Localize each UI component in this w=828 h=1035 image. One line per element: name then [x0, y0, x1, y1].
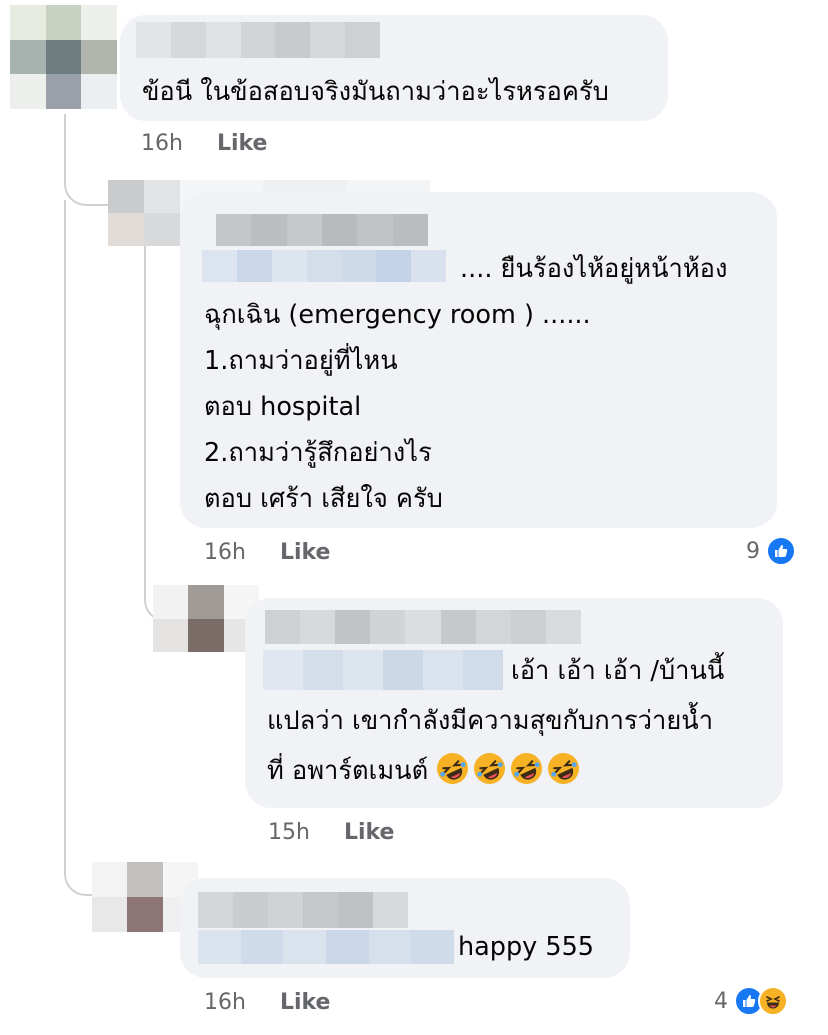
comment-text: 2.ถามว่ารู้สึกอย่างไร: [204, 438, 432, 468]
like-icon: [766, 536, 796, 566]
comment-timestamp[interactable]: 15h: [268, 820, 310, 845]
comment-text: ฉุกเฉิน (emergency room ) ......: [204, 300, 591, 330]
reaction-count: 9: [746, 538, 760, 564]
like-button[interactable]: Like: [280, 540, 331, 565]
like-button[interactable]: Like: [280, 990, 331, 1015]
avatar[interactable]: [10, 5, 117, 109]
like-button[interactable]: Like: [217, 131, 268, 156]
mention-redacted[interactable]: [263, 650, 503, 690]
reaction-summary[interactable]: 4: [714, 986, 788, 1016]
comment-text: ตอบ เศร้า เสียใจ ครับ: [204, 484, 443, 514]
comment-text: happy 555: [458, 932, 595, 962]
rolling-on-floor-laughing-emoji: [474, 753, 506, 784]
comment-text: ข้อนี ในข้อสอบจริงมันถามว่าอะไรหรอครับ: [142, 77, 609, 107]
comment-timestamp[interactable]: 16h: [141, 131, 183, 156]
comment-text: .... ยืนร้องไห้อยู่หน้าห้อง: [460, 254, 728, 284]
author-name-redacted[interactable]: [265, 610, 581, 644]
comment-text: เอ้า เอ้า เอ้า /บ้านนี้: [511, 656, 725, 686]
comment-meta: 16h Like: [204, 990, 330, 1015]
author-name-redacted[interactable]: [136, 22, 381, 58]
author-name-redacted[interactable]: [216, 214, 428, 246]
rolling-on-floor-laughing-emoji: [511, 753, 543, 784]
comment-bubble: happy 555: [180, 878, 630, 978]
author-name-redacted[interactable]: [198, 892, 408, 928]
emoji-row: [428, 753, 584, 786]
thread-line-main-lower: [64, 200, 134, 896]
comment-bubble: เอ้า เอ้า เอ้า /บ้านนี้ แปลว่า เขากำลังม…: [245, 598, 783, 808]
comment-timestamp[interactable]: 16h: [204, 990, 246, 1015]
comment-meta: 15h Like: [268, 820, 394, 845]
comment-text: 1.ถามว่าอยู่ที่ไหน: [204, 346, 398, 376]
mention-redacted[interactable]: [202, 250, 447, 282]
haha-icon: [758, 986, 788, 1016]
comment-timestamp[interactable]: 16h: [204, 540, 246, 565]
like-button[interactable]: Like: [344, 820, 395, 845]
rolling-on-floor-laughing-emoji: [437, 753, 469, 784]
comment-bubble: .... ยืนร้องไห้อยู่หน้าห้อง ฉุกเฉิน (eme…: [180, 192, 777, 528]
comment-meta: 16h Like: [141, 131, 267, 156]
reaction-summary[interactable]: 9: [746, 536, 796, 566]
reaction-count: 4: [714, 988, 728, 1014]
comment-bubble: ข้อนี ในข้อสอบจริงมันถามว่าอะไรหรอครับ: [120, 15, 668, 121]
comment-text-row: ที่ อพาร์ตเมนต์: [267, 748, 584, 794]
avatar[interactable]: [153, 585, 259, 652]
comment-text: ตอบ hospital: [204, 392, 362, 422]
mention-redacted[interactable]: [198, 930, 455, 964]
rolling-on-floor-laughing-emoji: [548, 753, 580, 784]
comment-text: ที่ อพาร์ตเมนต์: [267, 756, 429, 786]
comment-text: แปลว่า เขากำลังมีความสุขกับการว่ายน้ำ: [267, 706, 714, 736]
avatar[interactable]: [108, 180, 180, 246]
comment-meta: 16h Like: [204, 540, 330, 565]
